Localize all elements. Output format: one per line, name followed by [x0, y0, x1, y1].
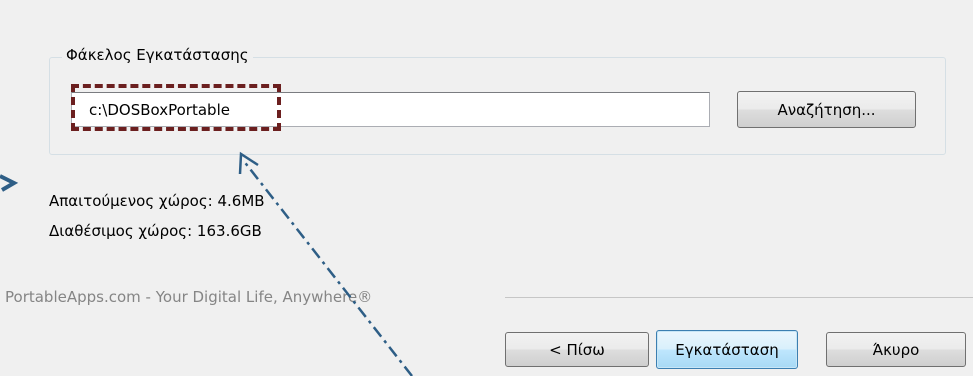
cancel-button[interactable]: Άκυρο — [826, 332, 966, 367]
install-path-input[interactable] — [71, 92, 710, 127]
install-button[interactable]: Εγκατάσταση — [656, 330, 798, 369]
required-space-label: Απαιτούμενος χώρος: 4.6MB — [49, 192, 265, 210]
install-folder-legend: Φάκελος Εγκατάστασης — [62, 45, 253, 65]
annotation-arrow-left-icon — [0, 174, 19, 192]
branding-text: PortableApps.com - Your Digital Life, An… — [5, 287, 381, 307]
annotation-arrow-pointer-icon — [238, 151, 413, 376]
branding-divider — [505, 297, 973, 298]
back-button[interactable]: < Πίσω — [505, 332, 649, 367]
browse-button[interactable]: Αναζήτηση... — [737, 91, 916, 128]
available-space-label: Διαθέσιμος χώρος: 163.6GB — [49, 222, 262, 240]
